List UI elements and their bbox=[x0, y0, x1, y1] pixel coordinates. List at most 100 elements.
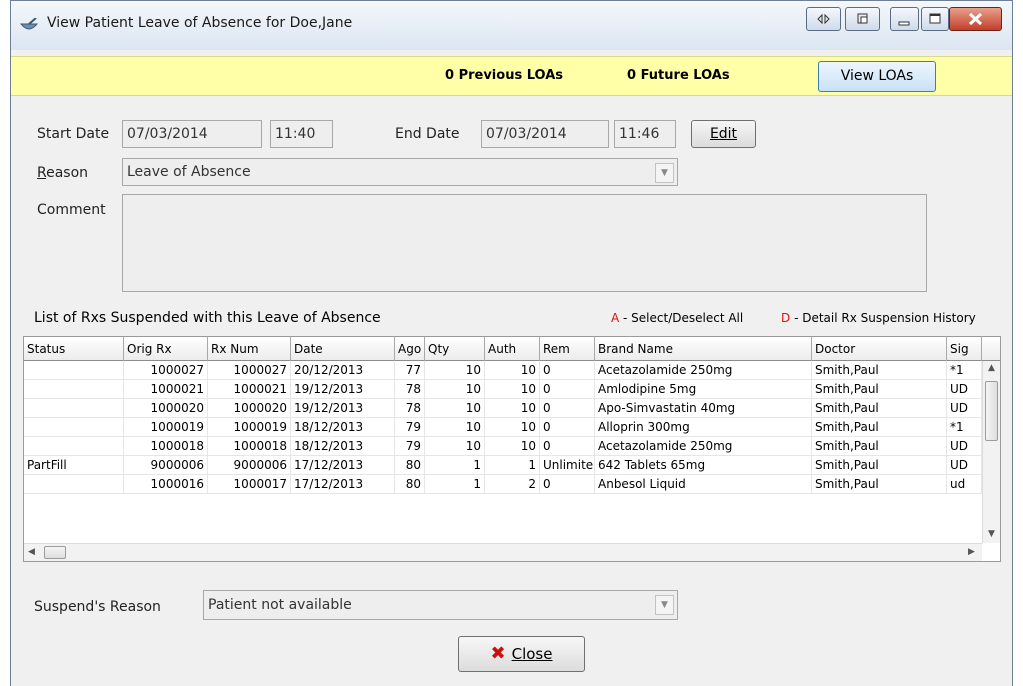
table-cell: 17/12/2013 bbox=[291, 475, 395, 494]
end-date-label: End Date bbox=[395, 126, 460, 142]
table-row[interactable]: 1000018 1000018 18/12/2013 79 10 10 0 Acetazola… bbox=[24, 437, 1000, 456]
suspend-reason-dropdown[interactable]: Patient not available ▼ bbox=[203, 590, 678, 620]
legend-a-key: A bbox=[611, 311, 620, 325]
table-row[interactable]: PartFill 9000006 9000006 17/12/2013 80 1 1 Unli… bbox=[24, 456, 1000, 475]
table-cell: Apo-Simvastatin 40mg bbox=[595, 399, 812, 418]
table-cell: 0 bbox=[540, 418, 595, 437]
start-date-field[interactable]: 07/03/2014 bbox=[122, 120, 262, 148]
table-header: Status Orig Rx Rx Num Date Ago Qty Auth Rem Bran… bbox=[24, 337, 1000, 361]
end-time-field[interactable]: 11:46 bbox=[614, 120, 676, 148]
table-cell: 79 bbox=[395, 418, 425, 437]
table-row[interactable]: 1000021 1000021 19/12/2013 78 10 10 0 Amlodipin… bbox=[24, 380, 1000, 399]
table-cell: 10 bbox=[425, 361, 485, 380]
view-loas-button[interactable]: View LOAs bbox=[818, 61, 936, 92]
table-cell bbox=[24, 399, 124, 418]
column-header[interactable]: Auth bbox=[485, 337, 540, 361]
horizontal-scroll-thumb[interactable] bbox=[44, 546, 66, 559]
suspended-rx-table[interactable]: Status Orig Rx Rx Num Date Ago Qty Auth Rem Bran… bbox=[23, 336, 1001, 562]
chevron-down-icon[interactable]: ▼ bbox=[655, 595, 674, 615]
scroll-down-icon[interactable]: ▼ bbox=[988, 529, 995, 539]
column-header[interactable]: Doctor bbox=[812, 337, 947, 361]
legend-a-text: - Select/Deselect All bbox=[619, 311, 744, 325]
table-cell: 1000021 bbox=[124, 380, 208, 399]
maximize-button[interactable] bbox=[921, 7, 949, 31]
table-row[interactable]: 1000016 1000017 17/12/2013 80 1 2 0 Anbesol Liq… bbox=[24, 475, 1000, 494]
table-cell: 1000021 bbox=[208, 380, 291, 399]
table-row[interactable]: 1000027 1000027 20/12/2013 77 10 10 0 Acetazola… bbox=[24, 361, 1000, 380]
edit-button[interactable]: Edit bbox=[691, 120, 756, 148]
table-cell: 10 bbox=[485, 380, 540, 399]
minimize-button[interactable] bbox=[890, 7, 919, 31]
scroll-left-icon[interactable]: ◀ bbox=[28, 547, 35, 557]
table-cell bbox=[24, 475, 124, 494]
legend-d-text: - Detail Rx Suspension History bbox=[790, 311, 976, 325]
reason-dropdown[interactable]: Leave of Absence ▼ bbox=[122, 158, 678, 186]
float-window-button[interactable] bbox=[845, 7, 880, 31]
window-title-bar[interactable]: View Patient Leave of Absence for Doe,Ja… bbox=[10, 0, 1013, 50]
chevron-down-icon[interactable]: ▼ bbox=[655, 163, 674, 183]
comment-textarea[interactable] bbox=[122, 194, 927, 292]
table-cell: 19/12/2013 bbox=[291, 380, 395, 399]
table-cell: 10 bbox=[485, 399, 540, 418]
table-row[interactable]: 1000020 1000020 19/12/2013 78 10 10 0 Apo-Simva… bbox=[24, 399, 1000, 418]
close-button[interactable]: ✖ Close bbox=[458, 636, 585, 672]
column-header[interactable]: Orig Rx bbox=[124, 337, 208, 361]
table-cell: *1 bbox=[947, 418, 982, 437]
table-cell: 1 bbox=[485, 456, 540, 475]
table-cell: Unlimite bbox=[540, 456, 595, 475]
close-button-label: Close bbox=[511, 645, 553, 663]
table-row[interactable]: 1000019 1000019 18/12/2013 79 10 10 0 Alloprin … bbox=[24, 418, 1000, 437]
window-title: View Patient Leave of Absence for Doe,Ja… bbox=[47, 15, 353, 31]
close-x-icon: ✖ bbox=[490, 643, 506, 664]
suspend-reason-value: Patient not available bbox=[208, 597, 352, 613]
table-cell: 0 bbox=[540, 399, 595, 418]
table-cell: Acetazolamide 250mg bbox=[595, 361, 812, 380]
table-cell: 78 bbox=[395, 380, 425, 399]
table-cell: 1000020 bbox=[124, 399, 208, 418]
scroll-up-icon[interactable]: ▲ bbox=[988, 363, 995, 373]
table-cell: 10 bbox=[485, 437, 540, 456]
table-cell: 77 bbox=[395, 361, 425, 380]
table-cell: 1000017 bbox=[208, 475, 291, 494]
table-cell: PartFill bbox=[24, 456, 124, 475]
start-time-field[interactable]: 11:40 bbox=[270, 120, 333, 148]
column-header[interactable]: Qty bbox=[425, 337, 485, 361]
edit-button-label: Edit bbox=[709, 126, 738, 142]
previous-loas-count: 0 Previous LOAs bbox=[445, 68, 564, 83]
comment-label: Comment bbox=[37, 202, 106, 218]
table-cell: Smith,Paul bbox=[812, 380, 947, 399]
column-header[interactable]: Ago bbox=[395, 337, 425, 361]
table-cell: 1000018 bbox=[208, 437, 291, 456]
column-header[interactable]: Rem bbox=[540, 337, 595, 361]
close-window-button[interactable] bbox=[949, 7, 1002, 31]
dock-button[interactable] bbox=[806, 7, 841, 31]
column-header[interactable]: Rx Num bbox=[208, 337, 291, 361]
reason-label: Reason bbox=[37, 165, 89, 181]
table-cell: 1 bbox=[425, 456, 485, 475]
table-cell: UD bbox=[947, 437, 982, 456]
legend-select-all: A - Select/Deselect All bbox=[611, 311, 743, 325]
table-cell: ud bbox=[947, 475, 982, 494]
start-date-label: Start Date bbox=[37, 126, 110, 142]
end-date-field[interactable]: 07/03/2014 bbox=[481, 120, 609, 148]
table-cell: *1 bbox=[947, 361, 982, 380]
table-cell: UD bbox=[947, 456, 982, 475]
table-cell: 18/12/2013 bbox=[291, 437, 395, 456]
column-header[interactable]: Date bbox=[291, 337, 395, 361]
table-cell: UD bbox=[947, 380, 982, 399]
column-header[interactable]: Brand Name bbox=[595, 337, 812, 361]
window-restore-icon bbox=[857, 13, 868, 24]
horizontal-scrollbar[interactable]: ◀ ▶ bbox=[24, 543, 982, 561]
table-cell: 1000018 bbox=[124, 437, 208, 456]
table-cell: Smith,Paul bbox=[812, 456, 947, 475]
vertical-scroll-thumb[interactable] bbox=[985, 381, 998, 441]
scroll-right-icon[interactable]: ▶ bbox=[968, 547, 975, 557]
table-cell: 9000006 bbox=[124, 456, 208, 475]
column-header[interactable]: Sig bbox=[947, 337, 982, 361]
dock-arrows-icon bbox=[817, 13, 830, 25]
column-header[interactable]: Status bbox=[24, 337, 124, 361]
table-cell bbox=[24, 437, 124, 456]
table-cell: 1000027 bbox=[124, 361, 208, 380]
vertical-scrollbar[interactable]: ▲ ▼ bbox=[982, 361, 1000, 543]
table-cell: 10 bbox=[425, 437, 485, 456]
